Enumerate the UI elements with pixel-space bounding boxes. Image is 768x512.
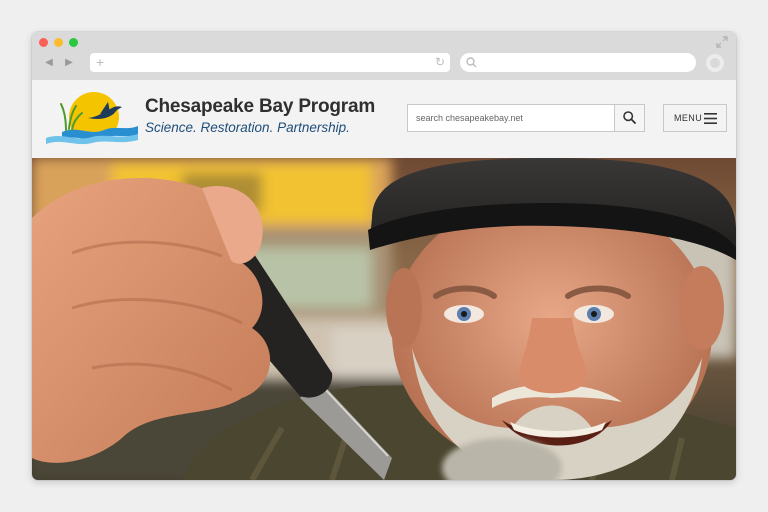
address-bar[interactable]: + ↻ [90, 53, 450, 72]
close-window-icon[interactable] [39, 38, 48, 47]
extension-icon[interactable] [706, 54, 724, 72]
search-input[interactable] [408, 105, 616, 131]
site-title[interactable]: Chesapeake Bay Program [145, 96, 375, 118]
forward-arrow-icon[interactable]: ▶ [60, 56, 78, 70]
search-button[interactable] [614, 105, 644, 131]
menu-button[interactable]: MENU [663, 104, 727, 132]
site-tagline: Science. Restoration. Partnership. [145, 120, 350, 135]
search-icon [623, 111, 636, 124]
fullscreen-icon[interactable] [716, 36, 728, 48]
back-arrow-icon[interactable]: ◀ [40, 56, 58, 70]
magnifier-icon [466, 57, 477, 68]
browser-window: ◀ ▶ + ↻ Chesapeake Bay Program Science. … [32, 32, 736, 480]
new-tab-plus-icon[interactable]: + [96, 53, 104, 72]
browser-search-field[interactable] [460, 53, 696, 72]
minimize-window-icon[interactable] [54, 38, 63, 47]
hero-image [32, 158, 736, 480]
menu-label: MENU [674, 113, 703, 123]
chesapeake-bay-logo[interactable] [42, 88, 142, 150]
site-search [407, 104, 645, 132]
reload-icon[interactable]: ↻ [435, 53, 445, 72]
hero-photo-oyster-shucker [32, 158, 736, 480]
maximize-window-icon[interactable] [69, 38, 78, 47]
hamburger-icon [704, 113, 717, 124]
site-header: Chesapeake Bay Program Science. Restorat… [32, 80, 736, 158]
browser-chrome: ◀ ▶ + ↻ [32, 32, 736, 80]
